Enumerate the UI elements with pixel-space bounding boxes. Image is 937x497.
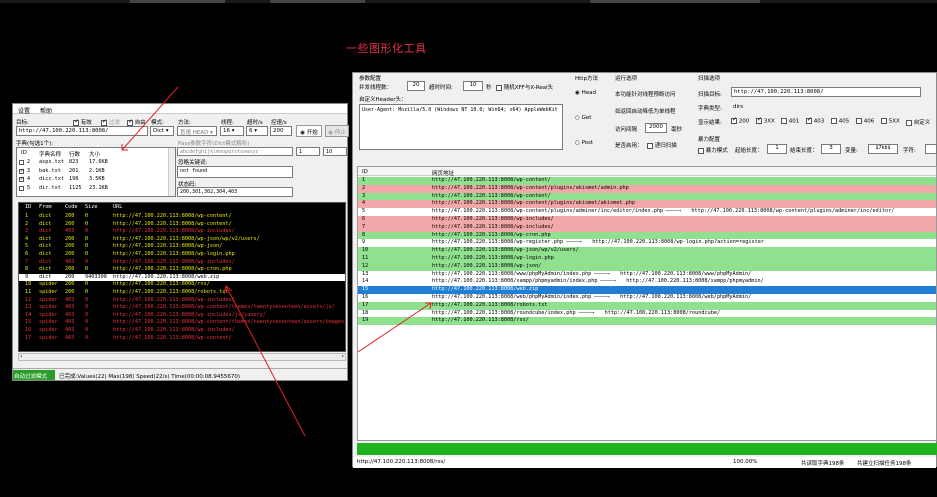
annotation-arrows (121, 86, 432, 437)
